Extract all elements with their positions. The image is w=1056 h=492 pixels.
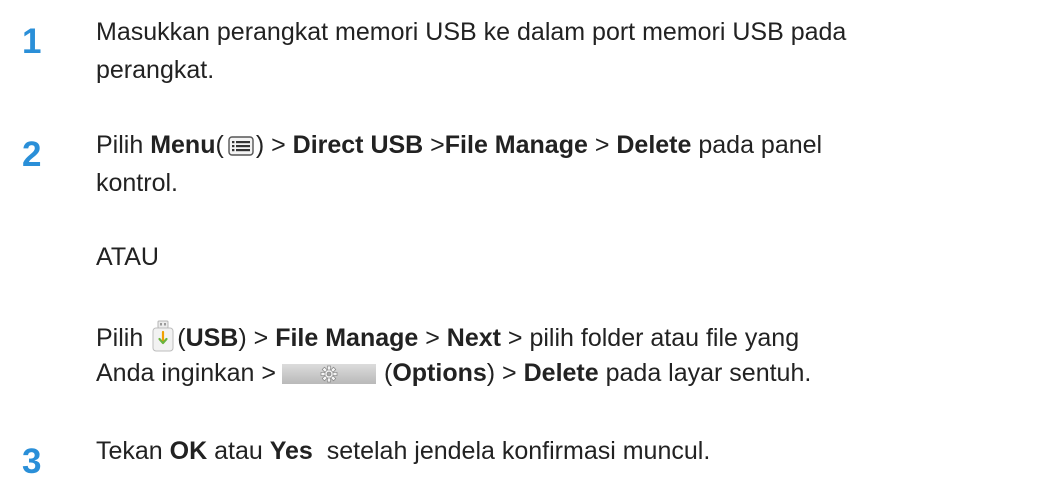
step-2-tail: pada panel bbox=[691, 131, 823, 159]
step-3-tekan: Tekan bbox=[96, 437, 170, 465]
step-2-alt-tail: > pilih folder atau file yang bbox=[500, 324, 800, 352]
step-number-1: 1 bbox=[22, 22, 42, 61]
step-2-direct-usb: Direct USB bbox=[292, 131, 424, 159]
step-1-text-line-2: perangkat. bbox=[96, 56, 215, 84]
step-1-text-line-1: Masukkan perangkat memori USB ke dalam p… bbox=[96, 18, 847, 46]
gear-icon bbox=[282, 364, 377, 384]
step-2-file-manage: File Manage bbox=[444, 131, 588, 159]
menu-icon bbox=[228, 136, 254, 156]
step-2-alt-line2-start: Anda inginkan > bbox=[96, 359, 277, 387]
step-2-alt-pilih: Pilih bbox=[96, 324, 144, 352]
step-3-ok: OK bbox=[169, 437, 208, 465]
step-2-menu: Menu bbox=[150, 131, 216, 159]
step-2-alt-next: Next bbox=[446, 324, 501, 352]
usb-stick-icon bbox=[152, 320, 174, 352]
step-2-paren-open: ( bbox=[215, 131, 224, 159]
step-2-sep1: > bbox=[423, 131, 445, 159]
step-2-alt-line-1: Pilih (USB) > File Manage > Next > pilih… bbox=[96, 320, 799, 353]
step-number-2: 2 bbox=[22, 135, 42, 174]
step-2-delete: Delete bbox=[616, 131, 692, 159]
step-2-alt-usb: USB bbox=[185, 324, 239, 352]
step-2-text-line-1: Pilih Menu( ) > Direct USB >File Manage … bbox=[96, 130, 822, 160]
step-2-alt-options: Options bbox=[392, 359, 487, 387]
step-2-alt-after-options: ) > bbox=[486, 359, 524, 387]
step-2-after-menu: ) > bbox=[255, 131, 293, 159]
step-2-alt-line2-end: pada layar sentuh. bbox=[598, 359, 812, 387]
step-2-pilih: Pilih bbox=[96, 131, 144, 159]
step-number-3: 3 bbox=[22, 442, 42, 481]
step-2-alt-sep1: > bbox=[418, 324, 447, 352]
step-2-alt-delete: Delete bbox=[523, 359, 599, 387]
step-2-alt-file-manage: File Manage bbox=[275, 324, 419, 352]
step-2-sep2: > bbox=[587, 131, 617, 159]
step-3-text: Tekan OK atau Yes setelah jendela konfir… bbox=[96, 436, 710, 466]
step-2-alt-paren-open: ( bbox=[177, 324, 186, 352]
step-2-text-line-2: kontrol. bbox=[96, 169, 178, 197]
step-3-atau: atau bbox=[207, 437, 270, 465]
step-3-yes: Yes bbox=[269, 437, 313, 465]
step-3-tail: setelah jendela konfirmasi muncul. bbox=[312, 437, 711, 465]
step-2-alt-after-usb: ) > bbox=[238, 324, 276, 352]
step-2-alt-line-2: Anda inginkan > (Options) > Delete pada … bbox=[96, 358, 811, 388]
step-2-or-text: ATAU bbox=[96, 243, 159, 271]
